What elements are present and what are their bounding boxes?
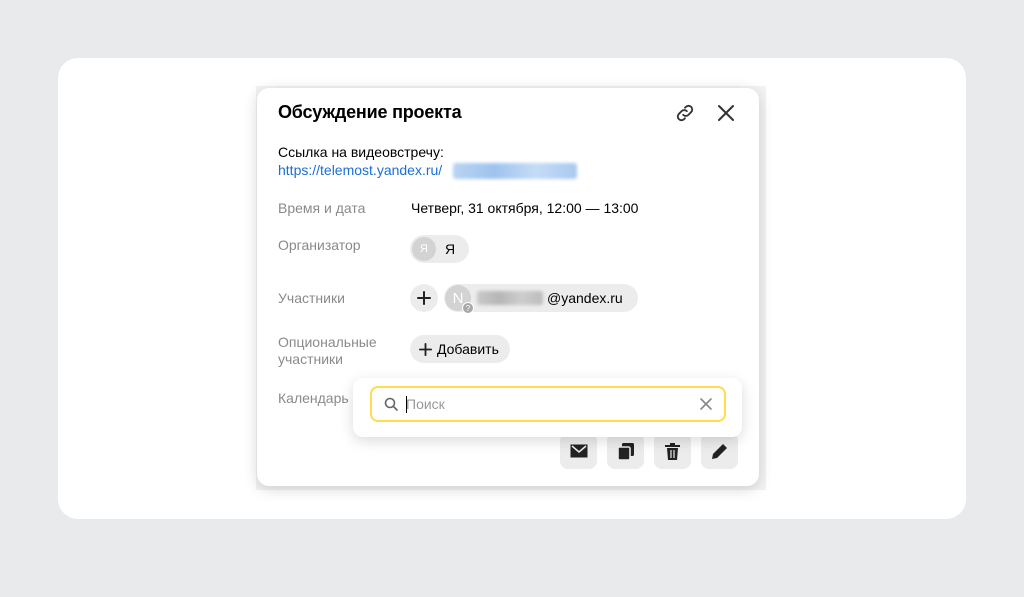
text-cursor	[406, 396, 407, 413]
close-icon[interactable]	[713, 100, 739, 126]
search-box[interactable]	[370, 386, 726, 422]
calendar-search-dropdown	[353, 378, 742, 437]
copy-icon	[617, 442, 634, 460]
event-title: Обсуждение проекта	[278, 102, 462, 122]
participant-chip[interactable]: N ? @yandex.ru	[444, 284, 638, 314]
add-participant-button[interactable]	[410, 284, 438, 312]
trash-icon	[665, 442, 680, 460]
avatar: Я	[412, 237, 436, 261]
add-button-label: Добавить	[437, 341, 499, 357]
edit-button[interactable]	[701, 433, 738, 469]
datetime-label: Время и дата	[278, 200, 366, 216]
organizer-label: Организатор	[278, 237, 361, 253]
meeting-link-blurred-id[interactable]	[453, 163, 577, 179]
search-icon	[384, 397, 398, 411]
copy-button[interactable]	[607, 433, 644, 469]
meeting-link[interactable]: https://telemost.yandex.ru/	[278, 162, 442, 178]
datetime-value: Четверг, 31 октября, 12:00 — 13:00	[411, 200, 639, 216]
add-optional-participant-button[interactable]: Добавить	[410, 335, 510, 363]
calendar-label: Календарь	[278, 390, 349, 406]
avatar: N ?	[445, 285, 474, 314]
participant-email-blurred	[477, 291, 543, 305]
link-icon[interactable]	[672, 100, 698, 126]
organizer-chip[interactable]: Я Я	[410, 235, 469, 263]
mail-button[interactable]	[560, 433, 597, 469]
pencil-icon	[711, 444, 727, 459]
meeting-link-label: Ссылка на видеовстречу:	[278, 144, 444, 160]
clear-icon[interactable]	[699, 397, 713, 411]
participant-email-domain: @yandex.ru	[547, 290, 623, 306]
participants-label: Участники	[278, 290, 345, 306]
mail-icon	[570, 444, 587, 458]
search-input[interactable]	[406, 394, 688, 414]
plus-icon	[417, 291, 431, 305]
plus-icon	[419, 342, 432, 356]
unknown-status-badge: ?	[462, 302, 474, 314]
optional-participants-label: Опциональные участники	[278, 334, 377, 367]
delete-button[interactable]	[654, 433, 691, 469]
organizer-name: Я	[445, 241, 456, 257]
